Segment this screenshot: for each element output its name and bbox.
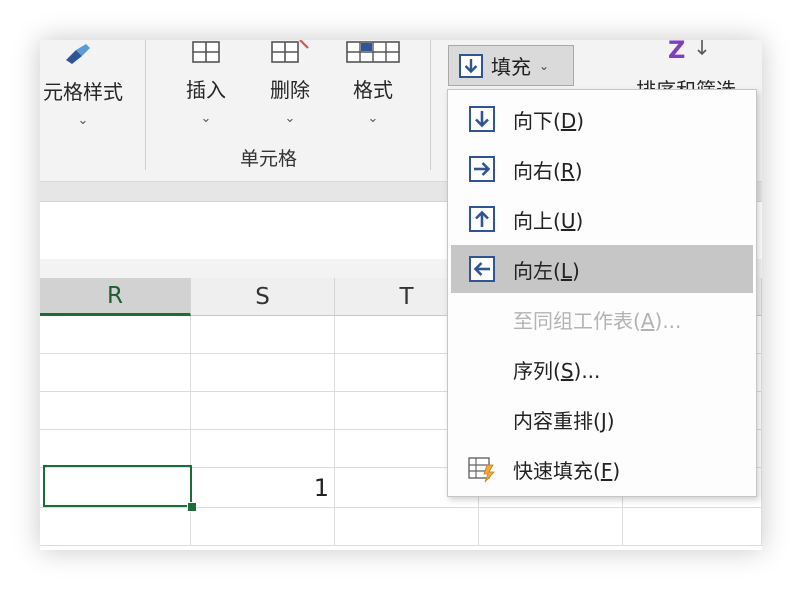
menu-item-accelerator: D xyxy=(560,108,577,133)
grid-cell[interactable] xyxy=(40,392,191,430)
menu-item-ellipsis: ... xyxy=(581,358,601,383)
cell-styles-button[interactable]: 元格样式 ⌄ xyxy=(40,76,126,128)
grid-cell[interactable] xyxy=(335,508,479,546)
menu-item-fill-down[interactable]: 向下(D) xyxy=(451,95,753,143)
menu-item-accelerator: L xyxy=(560,258,572,283)
format-cells-icon xyxy=(346,41,400,63)
fill-down-icon xyxy=(469,106,495,132)
menu-item-accelerator: U xyxy=(560,208,576,233)
chevron-down-icon: ⌄ xyxy=(200,111,212,126)
menu-item-series[interactable]: 序列(S)... xyxy=(451,345,753,393)
fill-dropdown-menu: 向下(D) 向右(R) 向上(U) 向左(L) 至同组工作表(A)... 序列(… xyxy=(447,89,757,497)
menu-item-accelerator: A xyxy=(640,308,655,333)
flash-fill-icon xyxy=(468,457,495,483)
menu-item-accelerator: F xyxy=(600,458,613,483)
chevron-down-icon: ⌄ xyxy=(539,58,550,73)
grid-cell[interactable] xyxy=(623,508,762,546)
menu-item-label: 向左 xyxy=(513,258,553,283)
cell-styles-label: 元格样式 xyxy=(43,80,123,104)
grid-cell[interactable] xyxy=(479,508,623,546)
menu-item-accelerator: R xyxy=(560,158,575,183)
grid-cell[interactable] xyxy=(40,316,191,354)
menu-item-label: 序列 xyxy=(513,358,553,383)
grid-cell[interactable] xyxy=(191,354,335,392)
insert-label: 插入 xyxy=(186,78,226,102)
column-header-r[interactable]: R xyxy=(40,278,191,316)
insert-cells-icon xyxy=(192,41,220,63)
active-cell[interactable] xyxy=(43,465,192,507)
fill-down-icon xyxy=(459,53,483,78)
sort-az-icon: Z xyxy=(666,40,712,68)
menu-item-accelerator: J xyxy=(600,408,607,433)
grid-cell[interactable] xyxy=(191,430,335,468)
menu-item-fill-left[interactable]: 向左(L) xyxy=(451,245,753,293)
cell-s5-value[interactable]: 1 xyxy=(191,468,335,508)
delete-label: 删除 xyxy=(270,78,310,102)
fill-left-icon xyxy=(469,256,495,282)
cell-styles-icon xyxy=(62,42,94,68)
cells-group-label: 单元格 xyxy=(240,148,298,170)
grid-cell[interactable] xyxy=(40,354,191,392)
ribbon-divider xyxy=(430,40,431,170)
menu-item-across-worksheets: 至同组工作表(A)... xyxy=(513,308,682,333)
fill-right-icon xyxy=(469,156,495,182)
menu-item-accelerator: S xyxy=(560,358,574,383)
format-label: 格式 xyxy=(353,78,393,102)
ribbon-divider xyxy=(145,40,146,170)
chevron-down-icon: ⌄ xyxy=(77,113,89,128)
excel-window: 元格样式 ⌄ 插入 ⌄ 删除 ⌄ 格式 ⌄ 单元格 填充 ⌄ Z R S T 1… xyxy=(40,40,762,550)
menu-item-label: 向下 xyxy=(513,108,553,133)
chevron-down-icon: ⌄ xyxy=(284,111,296,126)
fill-button[interactable]: 填充 ⌄ xyxy=(448,45,574,86)
column-header-s[interactable]: S xyxy=(191,278,335,316)
menu-item-label: 快速填充 xyxy=(513,458,593,483)
menu-item-label: 内容重排 xyxy=(513,408,593,433)
format-button[interactable]: 格式 ⌄ xyxy=(340,40,406,126)
chevron-down-icon: ⌄ xyxy=(367,111,379,126)
menu-item-label: 向上 xyxy=(513,208,553,233)
menu-item-fill-up[interactable]: 向上(U) xyxy=(451,195,753,243)
grid-cell[interactable] xyxy=(191,392,335,430)
delete-cells-icon xyxy=(271,40,309,63)
menu-item-fill-right[interactable]: 向右(R) xyxy=(451,145,753,193)
grid-cell[interactable] xyxy=(191,316,335,354)
fill-up-icon xyxy=(469,206,495,232)
svg-text:Z: Z xyxy=(668,40,685,64)
fill-button-label: 填充 xyxy=(491,55,531,79)
delete-button[interactable]: 删除 ⌄ xyxy=(257,40,323,126)
menu-item-justify[interactable]: 内容重排(J) xyxy=(451,395,753,443)
menu-item-flash-fill[interactable]: 快速填充(F) xyxy=(451,445,753,493)
insert-button[interactable]: 插入 ⌄ xyxy=(174,40,238,126)
menu-item-label: 至同组工作表 xyxy=(513,308,633,333)
menu-item-ellipsis: ... xyxy=(662,308,682,333)
grid-cell[interactable] xyxy=(40,508,191,546)
menu-item-label: 向右 xyxy=(513,158,553,183)
grid-cell[interactable] xyxy=(191,508,335,546)
grid-cell[interactable] xyxy=(40,430,191,468)
